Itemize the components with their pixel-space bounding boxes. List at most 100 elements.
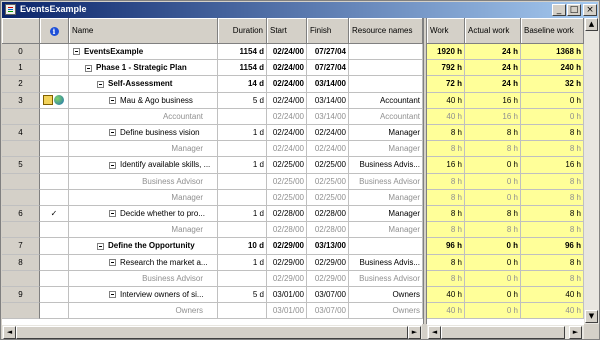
row-id[interactable] (2, 141, 40, 158)
duration-cell[interactable]: 1154 d (218, 60, 267, 77)
resource-cell[interactable] (349, 238, 423, 255)
finish-cell[interactable]: 07/27/04 (307, 44, 349, 61)
finish-cell[interactable]: 03/14/00 (307, 92, 349, 109)
actual-work-cell[interactable]: 0 h (465, 173, 521, 190)
row-id[interactable] (2, 222, 40, 239)
baseline-work-header[interactable]: Baseline work (521, 18, 584, 44)
collapse-toggle-icon[interactable] (109, 161, 116, 169)
finish-cell[interactable]: 03/14/00 (307, 108, 349, 125)
duration-cell[interactable] (218, 173, 267, 190)
finish-cell[interactable]: 02/25/00 (307, 157, 349, 174)
finish-cell[interactable]: 07/27/04 (307, 60, 349, 77)
actual-work-cell[interactable]: 8 h (465, 222, 521, 239)
resource-cell[interactable]: Manager (349, 125, 423, 142)
collapse-toggle-icon[interactable] (73, 48, 80, 56)
collapse-toggle-icon[interactable] (109, 96, 116, 104)
start-cell[interactable]: 03/01/00 (267, 287, 307, 304)
work-header[interactable]: Work (427, 18, 465, 44)
work-cell[interactable]: 96 h (427, 238, 465, 255)
work-cell[interactable]: 40 h (427, 303, 465, 320)
row-id[interactable]: 0 (2, 44, 40, 61)
collapse-toggle-icon[interactable] (97, 242, 104, 250)
resource-cell[interactable]: Manager (349, 206, 423, 223)
work-cell[interactable]: 8 h (427, 173, 465, 190)
collapse-toggle-icon[interactable] (109, 258, 116, 266)
collapse-toggle-icon[interactable] (97, 80, 104, 88)
assignment-name[interactable]: Manager (69, 222, 218, 239)
finish-header[interactable]: Finish (307, 18, 349, 44)
start-cell[interactable]: 02/28/00 (267, 206, 307, 223)
baseline-work-cell[interactable]: 40 h (521, 303, 584, 320)
start-cell[interactable]: 02/25/00 (267, 157, 307, 174)
task-name[interactable]: Define business vision (69, 125, 218, 142)
assignment-name[interactable]: Accountant (69, 108, 218, 125)
baseline-work-cell[interactable]: 96 h (521, 238, 584, 255)
actual-work-cell[interactable]: 0 h (465, 303, 521, 320)
duration-cell[interactable]: 1 d (218, 254, 267, 271)
baseline-work-cell[interactable]: 8 h (521, 254, 584, 271)
start-cell[interactable]: 02/24/00 (267, 125, 307, 142)
vertical-scrollbar[interactable]: ▲ ▼ (584, 18, 599, 324)
start-cell[interactable]: 02/24/00 (267, 92, 307, 109)
baseline-work-cell[interactable]: 8 h (521, 141, 584, 158)
duration-cell[interactable]: 1 d (218, 125, 267, 142)
finish-cell[interactable]: 03/07/00 (307, 287, 349, 304)
scroll-down-button[interactable]: ▼ (585, 310, 598, 323)
start-cell[interactable]: 02/24/00 (267, 141, 307, 158)
actual-work-cell[interactable]: 16 h (465, 92, 521, 109)
row-id[interactable] (2, 108, 40, 125)
resource-cell[interactable]: Manager (349, 189, 423, 206)
task-name[interactable]: Interview owners of si... (69, 287, 218, 304)
resource-cell[interactable] (349, 60, 423, 77)
actual-work-cell[interactable]: 0 h (465, 189, 521, 206)
actual-work-cell[interactable]: 0 h (465, 238, 521, 255)
row-id[interactable] (2, 270, 40, 287)
finish-cell[interactable]: 02/24/00 (307, 141, 349, 158)
actual-work-cell[interactable]: 24 h (465, 76, 521, 93)
duration-cell[interactable]: 1 d (218, 157, 267, 174)
name-header[interactable]: Name (69, 18, 218, 44)
start-cell[interactable]: 02/29/00 (267, 238, 307, 255)
resource-cell[interactable]: Business Advis... (349, 157, 423, 174)
start-cell[interactable]: 02/24/00 (267, 108, 307, 125)
actual-work-cell[interactable]: 24 h (465, 60, 521, 77)
duration-cell[interactable] (218, 141, 267, 158)
start-cell[interactable]: 02/25/00 (267, 173, 307, 190)
baseline-work-cell[interactable]: 8 h (521, 222, 584, 239)
notes-icon[interactable] (43, 95, 53, 106)
finish-cell[interactable]: 02/29/00 (307, 254, 349, 271)
work-cell[interactable]: 8 h (427, 141, 465, 158)
resource-cell[interactable]: Owners (349, 287, 423, 304)
assignment-name[interactable]: Manager (69, 189, 218, 206)
duration-header[interactable]: Duration (218, 18, 267, 44)
finish-cell[interactable]: 02/29/00 (307, 270, 349, 287)
resource-cell[interactable]: Business Advisor (349, 173, 423, 190)
work-cell[interactable]: 8 h (427, 189, 465, 206)
baseline-work-cell[interactable]: 240 h (521, 60, 584, 77)
resource-cell[interactable]: Accountant (349, 92, 423, 109)
work-cell[interactable]: 16 h (427, 157, 465, 174)
finish-cell[interactable]: 02/25/00 (307, 189, 349, 206)
resource-cell[interactable]: Accountant (349, 108, 423, 125)
row-id[interactable]: 3 (2, 92, 40, 109)
start-cell[interactable]: 02/29/00 (267, 270, 307, 287)
task-name[interactable]: Identify available skills, ... (69, 157, 218, 174)
actual-work-cell[interactable]: 8 h (465, 125, 521, 142)
finish-cell[interactable]: 02/25/00 (307, 173, 349, 190)
work-cell[interactable]: 40 h (427, 108, 465, 125)
duration-cell[interactable] (218, 270, 267, 287)
close-button[interactable]: × (583, 4, 597, 16)
id-header[interactable] (2, 18, 40, 44)
actual-work-cell[interactable]: 8 h (465, 206, 521, 223)
row-id[interactable]: 5 (2, 157, 40, 174)
start-cell[interactable]: 02/25/00 (267, 189, 307, 206)
work-cell[interactable]: 8 h (427, 270, 465, 287)
resource-cell[interactable]: Owners (349, 303, 423, 320)
duration-cell[interactable] (218, 189, 267, 206)
task-name[interactable]: Define the Opportunity (69, 238, 218, 255)
work-cell[interactable]: 40 h (427, 92, 465, 109)
baseline-work-cell[interactable]: 8 h (521, 173, 584, 190)
task-name[interactable]: EventsExample (69, 44, 218, 61)
work-cell[interactable]: 72 h (427, 76, 465, 93)
baseline-work-cell[interactable]: 40 h (521, 287, 584, 304)
